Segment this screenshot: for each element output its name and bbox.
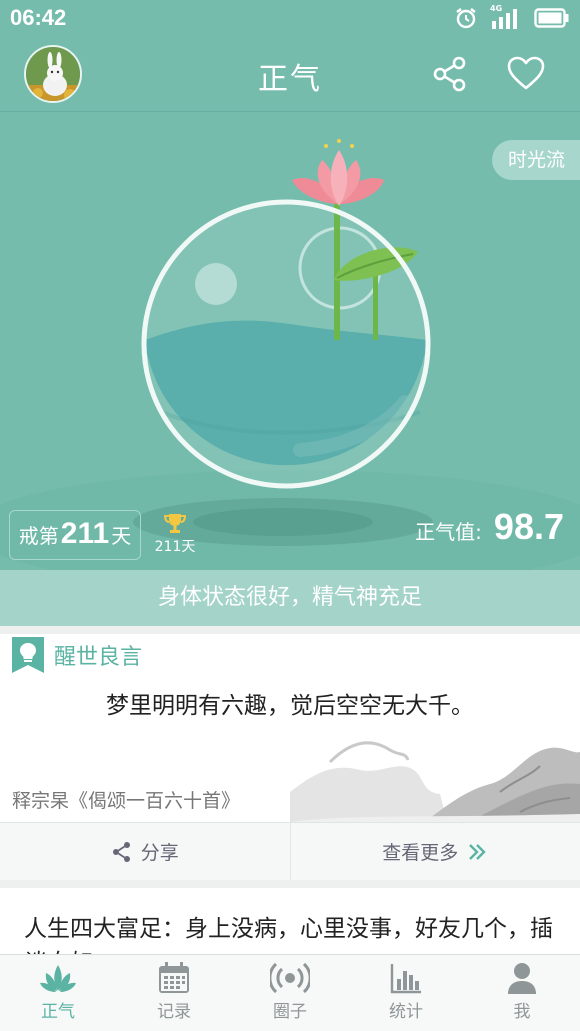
quote-text: 梦里明明有六趣，觉后空空无大千。 (106, 693, 474, 719)
trophy-days: 211天 (154, 539, 196, 555)
time-flow-button[interactable]: 时光流 (492, 140, 580, 180)
share-label: 分享 (140, 842, 179, 864)
quote-section-header: 醒世良言 (12, 637, 142, 673)
favorite-button[interactable] (506, 54, 546, 94)
qi-label: 正气值: (415, 520, 482, 544)
status-icons: 4G (454, 4, 570, 30)
fishbowl-illustration (0, 139, 580, 570)
alarm-icon (456, 8, 476, 29)
lotus-icon (40, 965, 76, 992)
quote-section-title: 醒世良言 (54, 645, 143, 670)
streak-suffix: 天 (111, 524, 132, 548)
bar-chart-icon (390, 964, 421, 994)
qi-value-display: 正气值: 98.7 (415, 506, 564, 548)
tab-label: 正气 (41, 1002, 75, 1022)
tab-circle[interactable]: 圈子 (232, 955, 348, 1031)
quote-actions: 分享 查看更多 (0, 822, 580, 880)
qi-value: 98.7 (493, 506, 564, 547)
share-icon (112, 841, 130, 862)
battery-icon (534, 8, 569, 28)
signal-icon: 4G (490, 4, 522, 30)
lightbulb-icon (12, 637, 44, 673)
streak-days: 211 (60, 517, 110, 550)
tab-me[interactable]: 我 (464, 955, 580, 1031)
tab-records[interactable]: 记录 (116, 955, 232, 1031)
share-quote-button[interactable]: 分享 (0, 823, 290, 880)
view-more-button[interactable]: 查看更多 (289, 823, 580, 880)
tab-label: 我 (513, 1002, 531, 1022)
qi-hero: 时光流 戒第 211 天 211天 正气值: 98.7 (0, 112, 580, 570)
status-bar: 06:42 4G (0, 0, 580, 36)
status-time: 06:42 (10, 5, 67, 30)
quote-source: 释宗杲《偈颂一百六十首》 (12, 790, 241, 812)
streak-counter[interactable]: 戒第 211 天 (9, 510, 141, 560)
calendar-icon (159, 962, 189, 993)
person-icon (508, 963, 536, 994)
network-type: 4G (490, 4, 503, 13)
quote-card: 醒世良言 梦里明明有六趣，觉后空空无大千。 释宗杲《偈颂一百六十首》 分享 查看… (0, 634, 580, 880)
double-chevron-right-icon (469, 843, 486, 860)
article-card[interactable]: 人生四大富足：身上没病，心里没事，好友几个，插谈自如 (0, 888, 580, 958)
article-text: 人生四大富足：身上没病，心里没事，好友几个，插谈自如 (24, 916, 553, 958)
broadcast-icon (270, 962, 310, 994)
share-button[interactable] (430, 54, 470, 94)
tab-statistics[interactable]: 统计 (348, 955, 464, 1031)
bottom-tab-bar: 正气 记录 圈子 统计 我 (0, 954, 580, 1031)
tab-label: 记录 (157, 1002, 191, 1022)
app-header: 正气 (0, 36, 580, 112)
body-status-text: 身体状态很好，精气神充足 (0, 570, 580, 626)
tab-label: 统计 (389, 1002, 423, 1022)
tab-label: 圈子 (273, 1002, 307, 1022)
streak-prefix: 戒第 (18, 524, 59, 548)
avatar[interactable] (24, 45, 82, 103)
ink-mountain-illustration (290, 741, 580, 832)
trophy-icon (163, 514, 187, 533)
page-title: 正气 (258, 62, 322, 97)
tab-zhengqi[interactable]: 正气 (0, 955, 116, 1031)
trophy-badge[interactable]: 211天 (152, 512, 198, 556)
heart-icon (507, 56, 545, 90)
view-more-label: 查看更多 (382, 842, 459, 864)
share-icon (433, 56, 466, 92)
